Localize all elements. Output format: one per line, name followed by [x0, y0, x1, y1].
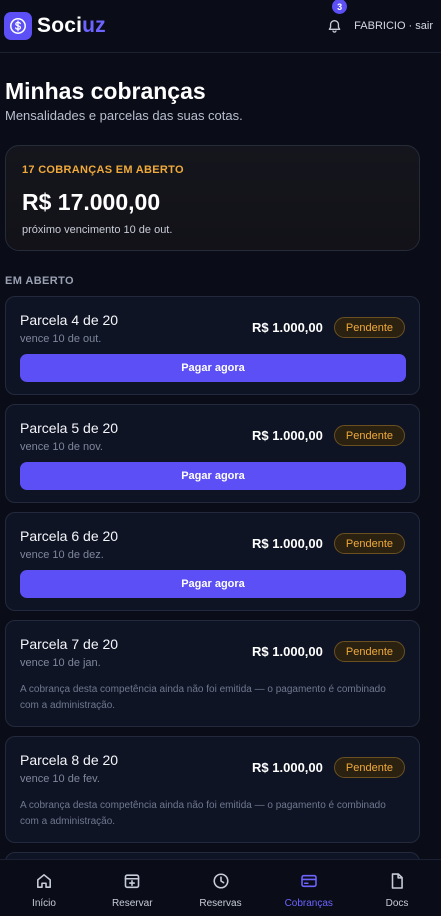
installment-card: Parcela 4 de 20 vence 10 de out. R$ 1.00… [5, 296, 420, 395]
nav-item-reservar[interactable]: Reservar [88, 860, 176, 916]
installment-due-date: vence 10 de fev. [20, 773, 100, 785]
status-badge: Pendente [333, 533, 405, 554]
nav-item-docs[interactable]: Docs [353, 860, 441, 916]
nav-item-inicio[interactable]: Início [0, 860, 88, 916]
section-label-open: EM ABERTO [5, 275, 74, 287]
notification-count-badge: 3 [332, 0, 348, 14]
app-root: Soci uz 3 FABRICIO · sair Minhas cobrança… [0, 0, 441, 916]
installment-card: Parcela 6 de 20 vence 10 de dez. R$ 1.00… [5, 512, 420, 611]
open-charges-total: R$ 17.000,00 [22, 189, 161, 215]
top-bar: Soci uz 3 FABRICIO · sair [0, 0, 441, 53]
installment-title: Parcela 5 de 20 [20, 420, 119, 436]
installment-amount: R$ 1.000,00 [252, 428, 323, 443]
status-badge: Pendente [333, 317, 405, 338]
document-icon [391, 873, 403, 889]
installment-card: Parcela 5 de 20 vence 10 de nov. R$ 1.00… [5, 404, 420, 503]
bottom-navigation: Início Reservar Reservas Cobranças Docs [0, 859, 441, 916]
status-badge: Pendente [333, 757, 405, 778]
status-badge: Pendente [333, 641, 405, 662]
next-due-date: próximo vencimento 10 de out. [22, 224, 173, 236]
nav-item-reservas[interactable]: Reservas [177, 860, 265, 916]
credit-card-icon [300, 874, 317, 888]
open-charges-count: 17 COBRANÇAS EM ABERTO [22, 164, 184, 176]
installment-amount: R$ 1.000,00 [252, 320, 323, 335]
nav-label: Cobranças [284, 898, 333, 909]
home-icon [37, 874, 51, 888]
installment-amount: R$ 1.000,00 [252, 644, 323, 659]
nav-label: Reservar [111, 898, 153, 909]
notifications-button[interactable]: 3 [322, 0, 348, 38]
dollar-sign-icon [4, 12, 32, 40]
pay-now-button[interactable]: Pagar agora [20, 354, 406, 382]
brand-name-prefix: Soci [37, 14, 83, 37]
page-subtitle: Mensalidades e parcelas das suas cotas. [5, 108, 243, 123]
status-badge: Pendente [333, 425, 405, 446]
installment-title: Parcela 6 de 20 [20, 528, 119, 544]
installment-card: Parcela 7 de 20 vence 10 de jan. R$ 1.00… [5, 620, 420, 727]
installment-card: Parcela 8 de 20 vence 10 de fev. R$ 1.00… [5, 736, 420, 843]
brand[interactable]: Soci uz [4, 12, 106, 40]
header-actions: 3 FABRICIO · sair [322, 0, 433, 38]
bell-icon [328, 19, 340, 33]
nav-label: Docs [385, 898, 409, 909]
installment-title: Parcela 8 de 20 [20, 752, 119, 768]
installment-note: A cobrança desta competência ainda não f… [20, 684, 386, 711]
installment-amount: R$ 1.000,00 [252, 760, 323, 775]
nav-label: Reservas [199, 898, 242, 909]
nav-item-cobrancas[interactable]: Cobranças [265, 860, 353, 916]
open-charges-summary-card: 17 COBRANÇAS EM ABERTO R$ 17.000,00 próx… [5, 145, 420, 251]
brand-name-suffix: uz [82, 14, 106, 37]
nav-label: Início [32, 898, 56, 909]
user-logout-link[interactable]: FABRICIO · sair [354, 20, 433, 32]
installment-title: Parcela 7 de 20 [20, 636, 119, 652]
installment-due-date: vence 10 de nov. [20, 441, 103, 453]
installment-title: Parcela 4 de 20 [20, 312, 119, 328]
brand-name: Soci uz [37, 14, 106, 38]
installment-note: A cobrança desta competência ainda não f… [20, 800, 386, 827]
calendar-plus-icon [124, 874, 140, 889]
installment-due-date: vence 10 de dez. [20, 549, 104, 561]
installment-due-date: vence 10 de jan. [20, 657, 101, 669]
installment-amount: R$ 1.000,00 [252, 536, 323, 551]
pay-now-button[interactable]: Pagar agora [20, 570, 406, 598]
clock-icon [212, 873, 229, 889]
installment-list: Parcela 4 de 20 vence 10 de out. R$ 1.00… [5, 296, 420, 916]
installment-due-date: vence 10 de out. [20, 333, 102, 345]
pay-now-button[interactable]: Pagar agora [20, 462, 406, 490]
page-title: Minhas cobranças [5, 78, 206, 104]
